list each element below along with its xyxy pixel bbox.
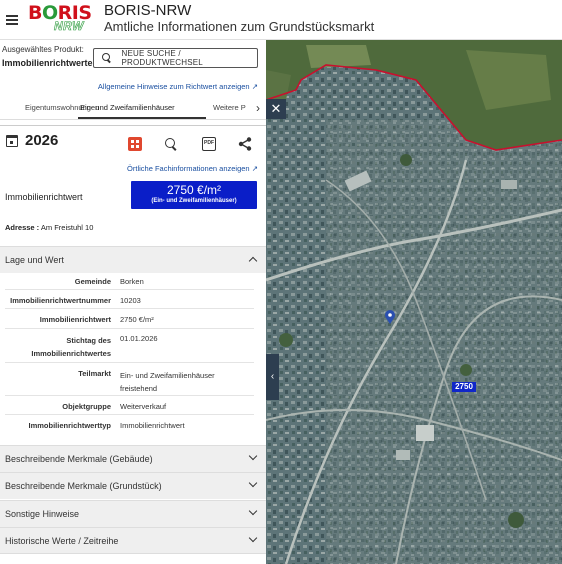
valuation-subtype: (Ein- und Zweifamilienhäuser) bbox=[151, 198, 237, 204]
table-row: Immobilienrichtwertnummer 10203 bbox=[5, 290, 254, 309]
collapse-panel-icon[interactable]: ‹ bbox=[266, 354, 279, 400]
chevron-down-icon bbox=[248, 506, 258, 516]
tab-scroll-right-icon[interactable]: › bbox=[250, 97, 266, 119]
search-icon bbox=[102, 53, 111, 63]
row-key: Gemeinde bbox=[74, 277, 111, 286]
app-header: BORIS NRW BORIS-NRW Amtliche Information… bbox=[0, 0, 562, 40]
row-value: 10203 bbox=[120, 296, 141, 305]
new-search-button[interactable]: NEUE SUCHE / PRODUKTWECHSEL bbox=[93, 48, 258, 68]
row-value: Immobilienrichtwert bbox=[120, 421, 185, 430]
logo-sub: NRW bbox=[54, 19, 84, 34]
table-row: Gemeinde Borken bbox=[5, 271, 254, 290]
aerial-imagery bbox=[266, 40, 562, 564]
local-info-label: Örtliche Fachinformationen anzeigen bbox=[127, 164, 250, 173]
product-value: Immobilienrichtwerte bbox=[2, 58, 93, 68]
table-row: Immobilienrichtwert 2750 €/m² bbox=[5, 309, 254, 329]
section-title: Historische Werte / Zeitreihe bbox=[5, 535, 119, 546]
chevron-up-icon bbox=[248, 256, 258, 266]
tab-weitere[interactable]: Weitere P bbox=[213, 103, 246, 112]
row-key: Immobilienrichtwert bbox=[39, 315, 111, 324]
local-info-link[interactable]: Örtliche Fachinformationen anzeigen ↗ bbox=[127, 164, 258, 173]
row-value: 2750 €/m² bbox=[120, 315, 154, 324]
section-sonstige-hinweise[interactable]: Sonstige Hinweise bbox=[0, 500, 266, 527]
grid-icon[interactable] bbox=[128, 137, 142, 151]
details-table: Gemeinde Borken Immobilienrichtwertnumme… bbox=[5, 271, 254, 434]
product-tabs: Eigentumswohnungen Ein- und Zweifamilien… bbox=[0, 97, 266, 120]
table-row: Immobilienrichtwerttyp Immobilienrichtwe… bbox=[5, 415, 254, 434]
valuation-label: Immobilienrichtwert bbox=[5, 192, 83, 202]
row-value: Ein- und Zweifamilienhäuser freistehend bbox=[120, 371, 215, 393]
new-search-label: NEUE SUCHE / PRODUKTWECHSEL bbox=[121, 49, 203, 67]
boris-logo: BORIS NRW bbox=[28, 4, 94, 34]
search-icon[interactable] bbox=[164, 137, 178, 151]
table-row: Objektgruppe Weiterverkauf bbox=[5, 396, 254, 415]
share-icon[interactable] bbox=[238, 137, 252, 151]
chevron-down-icon bbox=[248, 478, 258, 488]
external-link-icon: ↗ bbox=[251, 82, 258, 91]
product-label: Ausgewähltes Produkt: bbox=[2, 45, 84, 54]
page-subtitle: Amtliche Informationen zum Grundstücksma… bbox=[104, 19, 375, 34]
valuation-badge: 2750 €/m² (Ein- und Zweifamilienhäuser) bbox=[131, 181, 257, 209]
general-hints-link[interactable]: Allgemeine Hinweise zum Richtwert anzeig… bbox=[98, 82, 258, 91]
aerial-map[interactable] bbox=[266, 40, 562, 564]
address-line: Adresse : Am Freistuhl 10 bbox=[5, 223, 93, 232]
title-block: BORIS-NRW Amtliche Informationen zum Gru… bbox=[104, 3, 374, 35]
chevron-down-icon bbox=[248, 533, 258, 543]
row-value: Weiterverkauf bbox=[120, 402, 167, 411]
general-hints-label: Allgemeine Hinweise zum Richtwert anzeig… bbox=[97, 82, 250, 91]
section-merkmale-gebaeude[interactable]: Beschreibende Merkmale (Gebäude) bbox=[0, 445, 266, 472]
section-title: Beschreibende Merkmale (Grundstück) bbox=[5, 481, 162, 491]
menu-icon[interactable] bbox=[6, 14, 18, 25]
address-value: Am Freistuhl 10 bbox=[40, 223, 94, 232]
row-key: Teilmarkt bbox=[78, 369, 111, 378]
section-title: Beschreibende Merkmale (Gebäude) bbox=[5, 454, 153, 464]
table-row: Teilmarkt Ein- und Zweifamilienhäuser fr… bbox=[5, 363, 254, 396]
row-key: Immobilienrichtwertnummer bbox=[10, 296, 111, 305]
external-link-icon: ↗ bbox=[251, 164, 258, 173]
section-title: Sonstige Hinweise bbox=[5, 509, 80, 519]
chevron-down-icon bbox=[248, 451, 258, 461]
row-key: Immobilienrichtwerttyp bbox=[28, 421, 111, 430]
section-merkmale-grundstueck[interactable]: Beschreibende Merkmale (Grundstück) bbox=[0, 472, 266, 499]
row-value: 01.01.2026 bbox=[120, 334, 158, 343]
address-label: Adresse : bbox=[5, 223, 40, 232]
row-key: Objektgruppe bbox=[62, 402, 111, 411]
tab-ein-zweifamilienhaeuser[interactable]: Ein- und Zweifamilienhäuser bbox=[80, 103, 175, 112]
row-key: Stichtag des Immobilienrichtwertes bbox=[31, 336, 111, 358]
table-row: Stichtag des Immobilienrichtwertes 01.01… bbox=[5, 329, 254, 363]
pdf-icon[interactable]: PDF bbox=[202, 137, 216, 151]
row-value: Borken bbox=[120, 277, 144, 286]
active-tab-indicator bbox=[78, 117, 206, 119]
section-title: Lage und Wert bbox=[5, 255, 64, 265]
section-lage-und-wert[interactable]: Lage und Wert bbox=[0, 246, 266, 273]
map-value-label[interactable]: 2750 bbox=[452, 382, 476, 392]
info-panel: Ausgewähltes Produkt: Immobilienrichtwer… bbox=[0, 40, 266, 564]
year-value[interactable]: 2026 bbox=[25, 132, 58, 149]
page-title: BORIS-NRW bbox=[104, 2, 192, 19]
section-historische-werte[interactable]: Historische Werte / Zeitreihe bbox=[0, 527, 266, 554]
calendar-icon[interactable] bbox=[6, 135, 18, 147]
close-panel-icon[interactable]: ✕ bbox=[266, 99, 286, 119]
year-toolbar: 2026 PDF bbox=[0, 125, 266, 159]
valuation-value: 2750 €/m² bbox=[166, 183, 222, 197]
